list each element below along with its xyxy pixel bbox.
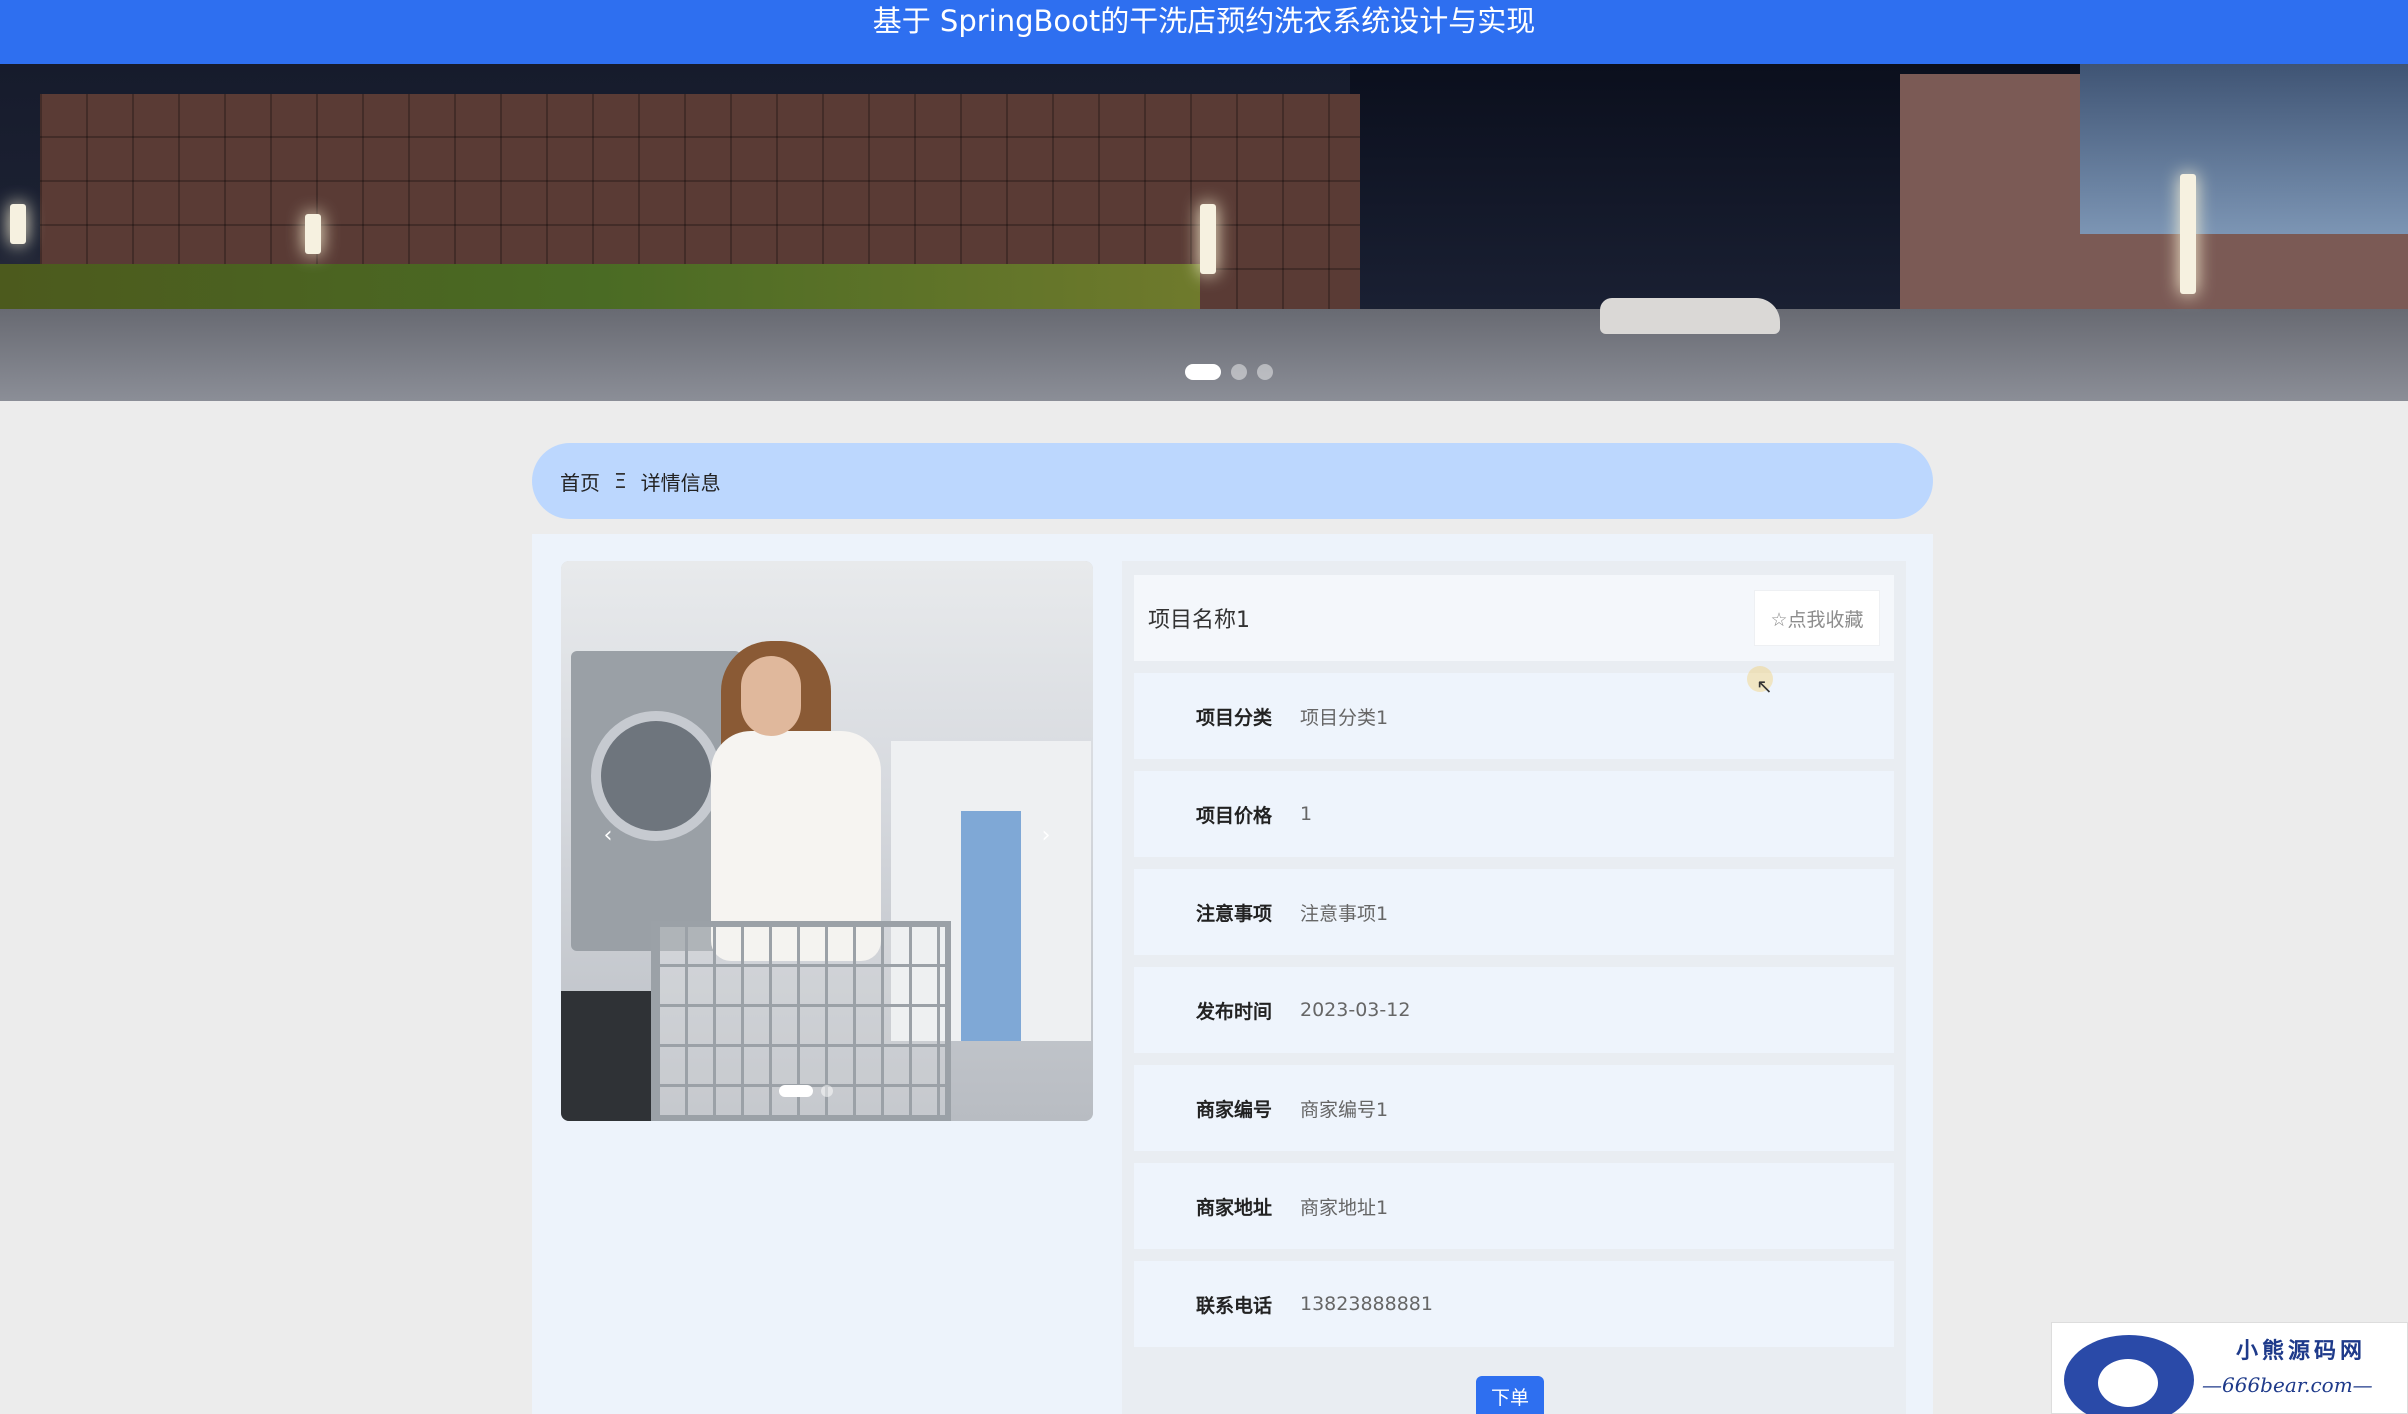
field-value: 13823888881 — [1300, 1293, 1433, 1315]
banner-lamp — [1200, 204, 1216, 274]
field-row-publish-time: 发布时间 2023-03-12 — [1134, 967, 1894, 1053]
header-bar: 基于 SpringBoot的干洗店预约洗衣系统设计与实现 — [0, 0, 2408, 64]
field-row-phone: 联系电话 13823888881 — [1134, 1261, 1894, 1347]
field-label: 商家编号 — [1195, 1098, 1272, 1121]
carousel-indicator[interactable] — [779, 1085, 813, 1097]
field-row-notes: 注意事项 注意事项1 — [1134, 869, 1894, 955]
field-label: 发布时间 — [1195, 1000, 1272, 1023]
banner-lamp — [2180, 174, 2196, 294]
banner-lamp — [305, 214, 321, 254]
breadcrumb-home-link[interactable]: 首页 — [560, 467, 600, 496]
banner-indicator[interactable] — [1257, 364, 1273, 380]
banner-car — [1600, 298, 1780, 334]
field-value: 注意事项1 — [1300, 902, 1389, 925]
field-row-category: 项目分类 项目分类1 — [1134, 673, 1894, 759]
breadcrumb-separator: Ξ — [614, 469, 627, 493]
field-value: 商家地址1 — [1300, 1196, 1389, 1219]
field-value: 2023-03-12 — [1300, 999, 1411, 1021]
site-title: 基于 SpringBoot的干洗店预约洗衣系统设计与实现 — [872, 4, 1536, 38]
breadcrumb: 首页 Ξ 详情信息 — [532, 443, 1933, 519]
watermark-url: —666bear.com— — [2202, 1373, 2373, 1397]
breadcrumb-current: 详情信息 — [640, 470, 721, 495]
banner-road — [0, 309, 2408, 401]
banner-lamp — [10, 204, 26, 244]
banner-indicators — [1185, 364, 1273, 380]
field-value: 项目分类1 — [1300, 706, 1389, 729]
field-label: 项目价格 — [1195, 804, 1272, 827]
field-row-merchant-address: 商家地址 商家地址1 — [1134, 1163, 1894, 1249]
mouse-cursor-icon: ↖ — [1756, 674, 1773, 698]
banner-indicator[interactable] — [1185, 364, 1221, 380]
field-row-price: 项目价格 1 — [1134, 771, 1894, 857]
banner-carousel[interactable] — [0, 64, 2408, 401]
field-value: 1 — [1300, 803, 1313, 825]
photo-blue-panel — [961, 811, 1021, 1041]
watermark-name: 小熊源码网 — [2236, 1338, 2367, 1364]
field-label: 联系电话 — [1195, 1294, 1272, 1317]
photo-person-face — [741, 656, 801, 736]
banner-glass-facade — [2080, 64, 2408, 234]
bear-face-icon — [2098, 1359, 2158, 1407]
item-name-row: 项目名称1 ☆点我收藏 — [1134, 575, 1894, 661]
banner-indicator[interactable] — [1231, 364, 1247, 380]
field-label: 项目分类 — [1195, 706, 1272, 729]
field-label: 注意事项 — [1195, 902, 1272, 925]
field-row-merchant-id: 商家编号 商家编号1 — [1134, 1065, 1894, 1151]
field-label: 商家地址 — [1195, 1196, 1272, 1219]
carousel-prev-arrow-icon[interactable]: ‹ — [593, 823, 623, 848]
carousel-next-arrow-icon[interactable]: › — [1031, 823, 1061, 848]
product-image-carousel[interactable]: ‹ › — [561, 561, 1093, 1121]
photo-shadow — [561, 991, 651, 1121]
order-button[interactable]: 下单 — [1476, 1376, 1544, 1414]
item-name: 项目名称1 — [1148, 608, 1250, 633]
photo-machine-drum — [591, 711, 721, 841]
watermark-logo: 小熊源码网 —666bear.com— — [2051, 1322, 2408, 1414]
field-value: 商家编号1 — [1300, 1098, 1389, 1121]
banner-grass — [0, 264, 1200, 314]
carousel-indicators — [779, 1085, 833, 1097]
carousel-indicator[interactable] — [821, 1085, 833, 1097]
favorite-button[interactable]: ☆点我收藏 — [1754, 590, 1880, 646]
